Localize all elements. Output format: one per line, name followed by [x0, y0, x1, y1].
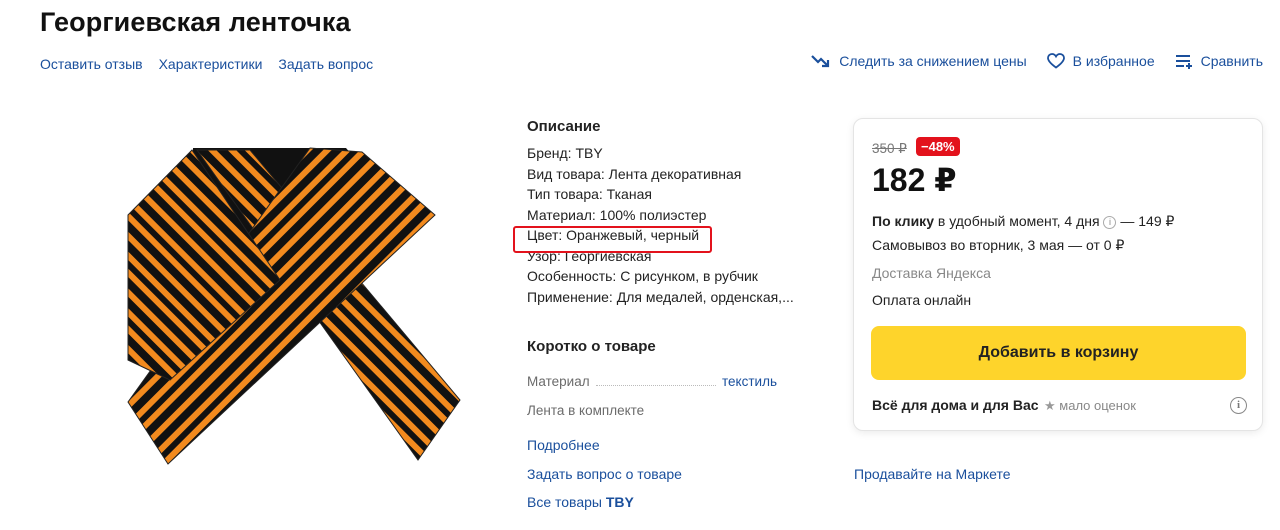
description-row-brand: Бренд: TBY: [527, 145, 603, 161]
payment-online: Оплата онлайн: [872, 292, 972, 308]
short-about-heading: Коротко о товаре: [527, 338, 656, 355]
delivery-by-click: По клику в удобный момент, 4 дня i — 149…: [872, 213, 1174, 230]
add-to-cart-button[interactable]: Добавить в корзину: [871, 326, 1246, 380]
compare-icon: [1175, 55, 1192, 69]
description-heading: Описание: [527, 118, 601, 135]
yandex-delivery: Доставка Яндекса: [872, 265, 991, 281]
favorite-button[interactable]: В избранное: [1046, 53, 1155, 69]
star-icon: ★: [1044, 398, 1056, 413]
compare-button[interactable]: Сравнить: [1175, 53, 1263, 69]
description-row-feature: Особенность: С рисунком, в рубчик: [527, 268, 758, 284]
ask-question-link[interactable]: Задать вопрос: [278, 56, 373, 72]
color-highlight-box: [513, 226, 712, 253]
brand-name: TBY: [605, 494, 634, 510]
delivery-info-icon[interactable]: i: [1103, 216, 1117, 229]
description-row-material: Материал: 100% полиэстер: [527, 206, 707, 223]
spec-material-value[interactable]: текстиль: [722, 374, 777, 389]
characteristics-link[interactable]: Характеристики: [159, 56, 263, 72]
sell-on-market-link[interactable]: Продавайте на Маркете: [854, 466, 1011, 482]
shop-rating: ★ мало оценок: [1044, 398, 1136, 414]
pickup-info: Самовывоз во вторник, 3 мая — от 0 ₽: [872, 237, 1125, 253]
page-title: Георгиевская ленточка: [40, 7, 351, 37]
description-row-kind: Вид товара: Лента декоративная: [527, 165, 742, 182]
shop-name[interactable]: Всё для дома и для Вас: [872, 397, 1039, 413]
product-subnav: Оставить отзыв Характеристики Задать воп…: [40, 56, 373, 72]
leave-review-link[interactable]: Оставить отзыв: [40, 56, 143, 72]
ask-product-question-link[interactable]: Задать вопрос о товаре: [527, 466, 682, 482]
old-price: 350 ₽: [872, 141, 907, 156]
spec-ribbon-included: Лента в комплекте: [527, 403, 645, 418]
offer-card: 350 ₽ −48% 182 ₽ По клику в удобный моме…: [853, 118, 1263, 431]
description-row-type: Тип товара: Тканая: [527, 186, 652, 202]
more-details-link[interactable]: Подробнее: [527, 437, 600, 453]
description-section: Описание Бренд: TBY Вид товара: Лента де…: [527, 118, 827, 307]
discount-badge: −48%: [916, 137, 960, 156]
short-about-heading-wrap: Коротко о товаре: [527, 338, 827, 355]
track-price-label: Следить за снижением цены: [839, 53, 1027, 69]
product-actions: Следить за снижением цены В избранное Ср…: [811, 53, 1263, 69]
delivery-by-click-bold: По клику: [872, 213, 934, 229]
compare-label: Сравнить: [1200, 53, 1263, 69]
spec-dots: [595, 376, 717, 386]
price-down-icon: [811, 55, 830, 68]
all-brand-goods-link[interactable]: Все товары TBY: [527, 494, 634, 510]
rating-text: мало оценок: [1059, 398, 1136, 413]
description-row-usage: Применение: Для медалей, орденская,...: [527, 288, 794, 305]
heart-icon: [1046, 53, 1065, 69]
delivery-by-click-text: в удобный момент, 4 дня: [933, 213, 1104, 229]
current-price: 182 ₽: [872, 162, 957, 198]
spec-material-row: Материал текстиль: [527, 374, 777, 389]
favorite-label: В избранное: [1072, 53, 1155, 69]
product-image[interactable]: [100, 130, 466, 486]
track-price-button[interactable]: Следить за снижением цены: [811, 53, 1027, 69]
delivery-by-click-price: — 149 ₽: [1116, 213, 1175, 229]
shop-info-icon[interactable]: i: [1230, 397, 1247, 414]
all-goods-prefix: Все товары: [527, 494, 606, 510]
spec-material-label: Материал: [527, 374, 590, 389]
